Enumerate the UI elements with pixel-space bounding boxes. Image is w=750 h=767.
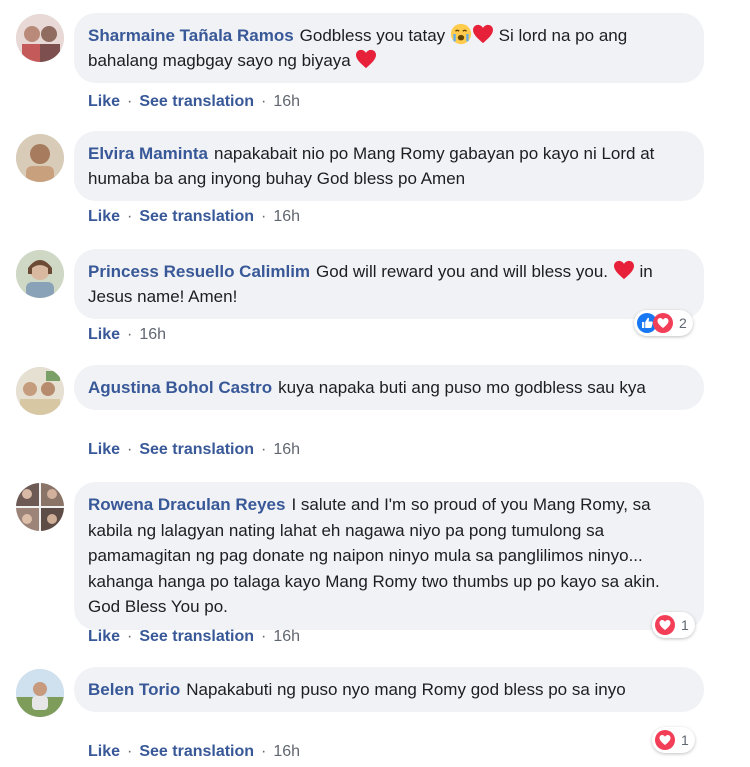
like-link[interactable]: Like [88,628,120,645]
avatar[interactable] [16,669,64,717]
comment-bubble: Elvira Maminta napakabait nio po Mang Rom… [74,131,704,201]
comment-actions: Like · See translation · 16h [88,441,301,458]
comment-author[interactable]: Agustina Bohol Castro [88,378,272,397]
reactions-summary[interactable]: 2 [634,310,693,336]
comment-bubble: Sharmaine Tañala Ramos Godbless you tatay… [74,13,704,83]
comment-text: God will reward you and will bless you. [316,262,613,281]
see-translation-link[interactable]: See translation [139,628,254,645]
avatar[interactable] [16,483,64,531]
comment-actions: Like · See translation · 16h [88,743,301,760]
comment-actions: Like · 16h [88,326,167,343]
avatar[interactable] [16,14,64,62]
like-link[interactable]: Like [88,326,120,343]
reaction-count: 1 [681,617,689,633]
comment-bubble: Princess Resuello Calimlim God will rewar… [74,249,704,319]
crying-face-icon [450,23,472,45]
love-icon [655,730,675,750]
avatar[interactable] [16,367,64,415]
comment-timestamp[interactable]: 16h [273,93,300,110]
comment-timestamp[interactable]: 16h [273,743,300,760]
comment-author[interactable]: Princess Resuello Calimlim [88,262,310,281]
see-translation-link[interactable]: See translation [139,441,254,458]
like-link[interactable]: Like [88,441,120,458]
love-icon [653,313,673,333]
like-link[interactable]: Like [88,208,120,225]
comment-bubble: Belen Torio Napakabuti ng puso nyo mang R… [74,667,704,712]
reaction-count: 2 [679,315,687,331]
comment-timestamp[interactable]: 16h [273,208,300,225]
comment-author[interactable]: Sharmaine Tañala Ramos [88,26,294,45]
comment-timestamp[interactable]: 16h [273,441,300,458]
reactions-summary[interactable]: 1 [652,727,695,753]
comment-timestamp[interactable]: 16h [273,628,300,645]
comment-text: Godbless you tatay [299,26,450,45]
comment-actions: Like · See translation · 16h [88,628,301,645]
see-translation-link[interactable]: See translation [139,743,254,760]
comment-author[interactable]: Elvira Maminta [88,144,208,163]
comment-author[interactable]: Belen Torio [88,680,180,699]
like-link[interactable]: Like [88,743,120,760]
comment-timestamp[interactable]: 16h [139,326,166,343]
see-translation-link[interactable]: See translation [139,93,254,110]
see-translation-link[interactable]: See translation [139,208,254,225]
avatar[interactable] [16,134,64,182]
comment-text: Napakabuti ng puso nyo mang Romy god ble… [186,680,626,699]
comment-author[interactable]: Rowena Draculan Reyes [88,495,285,514]
comment-text: kuya napaka buti ang puso mo godbless sa… [278,378,646,397]
comment-actions: Like · See translation · 16h [88,93,301,110]
avatar[interactable] [16,250,64,298]
reactions-summary[interactable]: 1 [652,612,695,638]
reaction-count: 1 [681,732,689,748]
heart-icon [355,49,377,69]
comment-actions: Like · See translation · 16h [88,208,301,225]
comment-bubble: Agustina Bohol Castro kuya napaka buti an… [74,365,704,410]
like-link[interactable]: Like [88,93,120,110]
heart-icon [472,24,494,44]
love-icon [655,615,675,635]
comment-bubble: Rowena Draculan Reyes I salute and I'm so… [74,482,704,630]
heart-icon [613,260,635,280]
